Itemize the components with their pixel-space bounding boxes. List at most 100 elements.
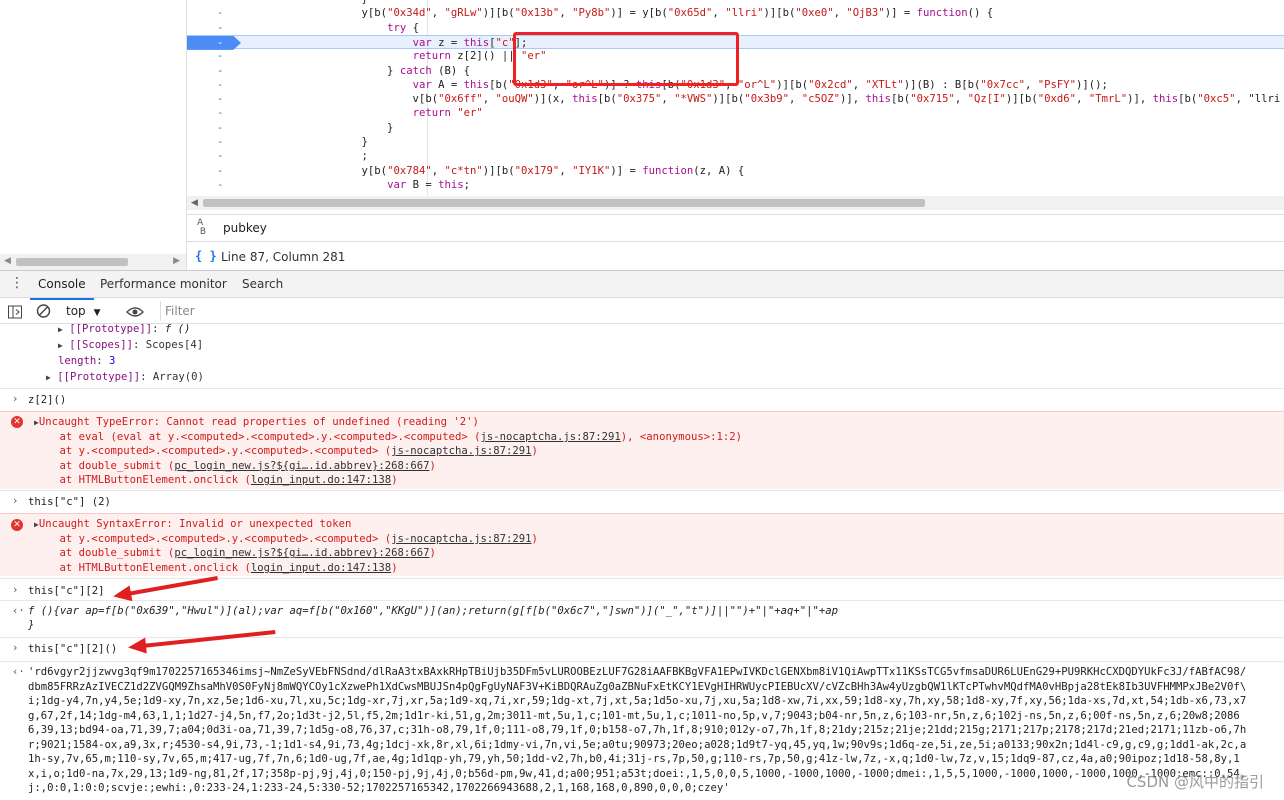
navigator-pane: ◀ ▶ — [0, 0, 187, 270]
stack-frame-text: ), <anonymous>:1:2) — [620, 431, 742, 443]
pretty-print-icon[interactable]: { } — [195, 249, 217, 263]
error-title[interactable]: ▶Uncaught TypeError: Cannot read propert… — [34, 415, 479, 430]
tree-row[interactable]: ▶ [[Scopes]]: Scopes[4] — [58, 338, 1284, 353]
line-gutter[interactable]: - — [187, 149, 241, 163]
result-line: } — [28, 619, 35, 631]
console-toolbar: top ▼ — [0, 298, 1284, 324]
stack-frame-text: at HTMLButtonElement.onclick ( — [34, 474, 251, 487]
expand-triangle-icon[interactable]: ▶ — [58, 341, 63, 350]
line-gutter[interactable]: - — [187, 106, 241, 120]
console-error-entry[interactable]: ✕ ▶Uncaught SyntaxError: Invalid or unex… — [0, 513, 1284, 576]
line-marker: - — [217, 7, 224, 20]
input-prompt-icon: › — [12, 642, 19, 654]
stack-frame: at y.<computed>.<computed>.y.<computed>.… — [34, 532, 538, 546]
stack-frame-text: at y.<computed>.<computed>.y.<computed>.… — [34, 533, 392, 545]
find-input[interactable]: pubkey — [219, 217, 1273, 239]
code-line[interactable]: - var B = this; — [187, 178, 1284, 192]
expand-triangle-icon[interactable]: ▶ — [46, 373, 51, 382]
console-result-entry[interactable]: ‹· 'rd6vgyr2jjzwvg3qf9m1702257165346imsj… — [0, 661, 1284, 800]
code-text: } catch (B) { — [285, 64, 470, 77]
expand-triangle-icon[interactable]: ▶ — [58, 325, 63, 334]
line-marker: - — [217, 21, 224, 34]
console-output[interactable]: ▶ [[Prototype]]: f () ▶ [[Scopes]]: Scop… — [0, 324, 1284, 800]
scrollbar-thumb[interactable] — [16, 258, 128, 266]
stack-frame-text: at eval (eval at y.<computed>.<computed>… — [34, 431, 481, 443]
line-gutter[interactable]: - — [187, 49, 241, 63]
editor-status-bar: { } Line 87, Column 281 — [187, 244, 1284, 270]
tab-console[interactable]: Console — [30, 271, 94, 300]
source-link[interactable]: pc_login_new.js?${gi….id.abbrev}:268:667 — [174, 460, 429, 472]
console-command-entry[interactable]: › z[2]() — [0, 388, 1284, 410]
input-prompt-icon: › — [12, 584, 19, 596]
context-select[interactable]: top ▼ — [66, 303, 101, 319]
code-line[interactable]: - } — [187, 121, 1284, 135]
code-line[interactable]: - v[b("0x6ff", "ouQW")](x, this[b("0x375… — [187, 92, 1284, 106]
code-line[interactable]: - ; — [187, 149, 1284, 163]
code-text: return "er" — [412, 107, 483, 120]
line-gutter[interactable]: - — [187, 6, 241, 20]
result-line: r;9021;1584-ox,a9,3x,r;4530-s4,9i,73,-1;… — [28, 738, 1247, 751]
source-link[interactable]: js-nocaptcha.js:87:291 — [391, 533, 531, 545]
line-gutter[interactable]: - — [187, 178, 241, 192]
tree-row[interactable]: ▶ [[Prototype]]: f () — [58, 324, 1284, 337]
input-prompt-icon: › — [12, 393, 19, 405]
tree-key: [[Prototype]] — [69, 324, 153, 335]
source-link[interactable]: js-nocaptcha.js:87:291 — [391, 445, 531, 457]
sidebar-toggle-icon[interactable] — [8, 304, 22, 320]
tab-performance-monitor[interactable]: Performance monitor — [100, 271, 227, 298]
line-marker: - — [217, 0, 223, 6]
scrollbar-thumb[interactable] — [203, 199, 925, 207]
stack-frame-text: ) — [531, 445, 538, 458]
cursor-position: Line 87, Column 281 — [221, 250, 346, 264]
line-gutter[interactable]: - — [187, 21, 241, 35]
live-expression-eye-icon[interactable] — [126, 304, 144, 320]
tree-key: [[Prototype]] — [57, 371, 141, 383]
line-gutter[interactable]: - — [187, 0, 241, 6]
tree-row[interactable]: ▶ [[Prototype]]: Array(0) — [46, 370, 1284, 385]
line-gutter[interactable]: - — [187, 121, 241, 135]
console-filter-input[interactable] — [160, 301, 1284, 321]
scroll-left-icon[interactable]: ◀ — [191, 196, 198, 210]
source-link[interactable]: login_input.do:147:138 — [251, 474, 391, 486]
line-gutter[interactable]: - — [187, 164, 241, 178]
stack-frame-text: ) — [391, 474, 398, 487]
code-text: v[b("0x6ff", "ouQW")](x, this[b("0x375",… — [285, 93, 1281, 106]
scroll-right-icon[interactable]: ▶ — [173, 256, 180, 266]
tree-key: length — [58, 355, 97, 367]
clear-console-icon[interactable] — [36, 303, 51, 319]
line-gutter[interactable]: - — [187, 35, 241, 50]
result-line: 6,39,13;bd94-oa,71,39,7;a04;0d3i-oa,71,3… — [28, 724, 1247, 736]
source-code-editor[interactable]: - } - y[b("0x34d", "gRLw")][b("0x13b", "P… — [187, 0, 1284, 196]
command-text: this["c"][2] — [28, 585, 105, 597]
code-line[interactable]: - y[b("0x784", "c*tn")][b("0x179", "IY1K… — [187, 164, 1284, 178]
code-text: return z[2]() || "er" — [412, 50, 547, 63]
console-command-entry[interactable]: › this["c"] (2) — [0, 490, 1284, 512]
source-link[interactable]: login_input.do:147:138 — [251, 562, 391, 574]
tab-search[interactable]: Search — [242, 271, 283, 298]
drawer-tab-bar: ⋮ Console Performance monitor Search — [0, 270, 1284, 300]
code-line[interactable]: - return "er" — [187, 106, 1284, 120]
stack-frame-text: ) — [429, 459, 436, 472]
line-marker: - — [217, 36, 224, 49]
line-gutter[interactable]: - — [187, 92, 241, 106]
navigator-horizontal-scrollbar[interactable]: ◀ ▶ — [0, 254, 186, 270]
console-result-entry[interactable]: ‹· f (){var ap=f[b("0x639","Hwul")](al);… — [0, 600, 1284, 636]
source-link[interactable]: js-nocaptcha.js:87:291 — [480, 431, 620, 443]
console-error-entry[interactable]: ✕ ▶Uncaught TypeError: Cannot read prope… — [0, 411, 1284, 489]
source-link[interactable]: pc_login_new.js?${gi….id.abbrev}:268:667 — [174, 547, 429, 559]
code-line[interactable]: - y[b("0x34d", "gRLw")][b("0x13b", "Py8b… — [187, 6, 1284, 20]
code-text: y[b("0x784", "c*tn")][b("0x179", "IY1K")… — [285, 164, 745, 177]
line-gutter[interactable]: - — [187, 78, 241, 92]
stack-frame-text: at double_submit ( — [34, 547, 175, 560]
error-title[interactable]: ▶Uncaught SyntaxError: Invalid or unexpe… — [34, 517, 351, 532]
command-text: this["c"][2]() — [28, 643, 118, 655]
context-value: top — [66, 304, 86, 318]
tree-value: 3 — [109, 355, 116, 367]
editor-horizontal-scrollbar[interactable]: ◀ — [187, 196, 1284, 210]
code-line[interactable]: - } — [187, 135, 1284, 149]
match-case-icon[interactable]: A B — [197, 219, 206, 237]
line-gutter[interactable]: - — [187, 64, 241, 78]
scroll-left-icon[interactable]: ◀ — [4, 256, 11, 266]
more-tools-menu-icon[interactable]: ⋮ — [10, 276, 24, 290]
line-gutter[interactable]: - — [187, 135, 241, 149]
